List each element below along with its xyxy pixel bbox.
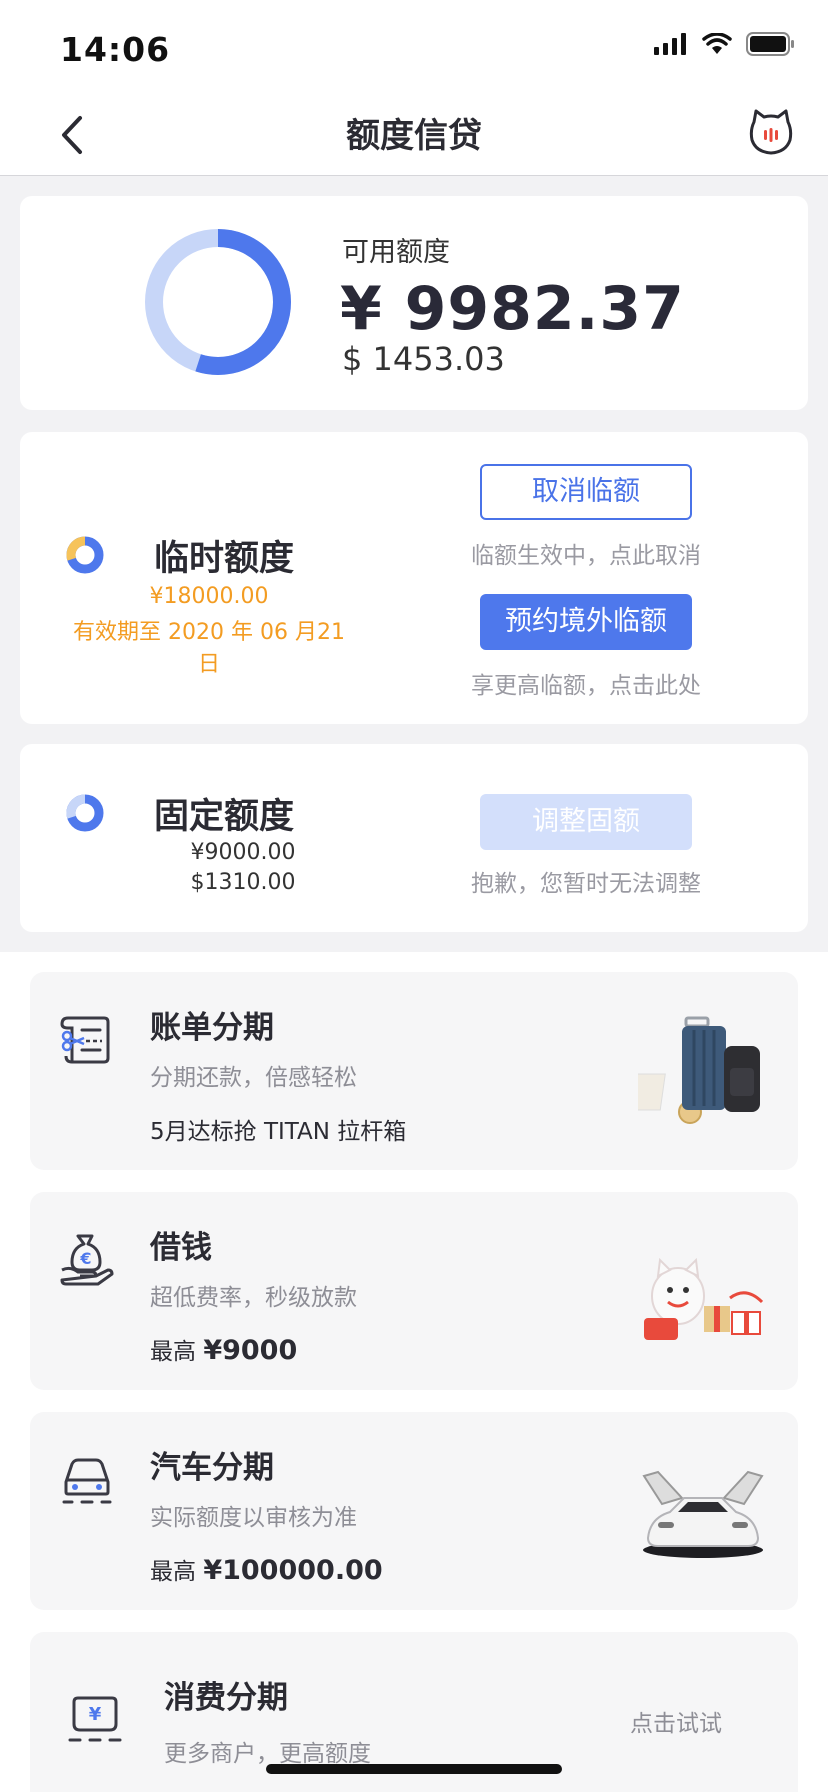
product-subtitle: 分期还款，倍感轻松: [150, 1065, 357, 1091]
product-max-amount: 最高 ¥100000.00: [150, 1552, 383, 1586]
luggage-image: [638, 1016, 760, 1124]
temporary-quota-title: 临时额度: [154, 539, 295, 579]
header: 14:06 额度信贷: [0, 0, 828, 176]
product-subtitle: 更多商户，更高额度: [164, 1741, 371, 1767]
temporary-quota-card: 临时额度 ¥18000.00 有效期至 2020 年 06 月21日 取消临额 …: [20, 432, 808, 724]
status-bar: 14:06: [0, 0, 828, 96]
adjust-fixed-quota-button[interactable]: 调整固额: [480, 794, 692, 850]
bill-installment-icon: [60, 1016, 110, 1064]
svg-text:¥: ¥: [89, 1704, 102, 1725]
book-overseas-quota-button[interactable]: 预约境外临额: [480, 594, 692, 650]
money-bag-hand-icon: €: [60, 1234, 114, 1286]
available-credit-usd: $ 1453.03: [342, 340, 505, 378]
fixed-quota-card: 固定额度 ¥9000.00 $1310.00 调整固额 抱歉，您暂时无法调整: [20, 744, 808, 932]
max-prefix: 最高: [150, 1339, 196, 1365]
mascot-gift-image: [644, 1257, 764, 1340]
svg-text:€: €: [79, 1249, 91, 1268]
cancel-temporary-quota-hint: 临额生效中，点此取消: [471, 543, 701, 569]
page-title: 额度信贷: [346, 116, 482, 156]
product-title: 消费分期: [164, 1680, 288, 1716]
product-subtitle: 实际额度以审核为准: [150, 1505, 357, 1531]
product-title: 账单分期: [150, 1010, 274, 1046]
product-card-bill-installment[interactable]: 账单分期 分期还款，倍感轻松 5月达标抢 TITAN 拉杆箱: [30, 972, 798, 1170]
fixed-quota-yuan: ¥9000.00: [190, 840, 296, 865]
fixed-quota-usd: $1310.00: [190, 870, 296, 895]
product-card-car-installment[interactable]: 汽车分期 实际额度以审核为准 最高 ¥100000.00: [30, 1412, 798, 1610]
max-value: ¥9000: [203, 1335, 298, 1366]
cat-mascot-icon[interactable]: [748, 108, 794, 156]
book-overseas-quota-hint: 享更高临额，点击此处: [471, 673, 701, 699]
fixed-quota-icon: [66, 794, 104, 832]
product-title: 借钱: [150, 1230, 212, 1266]
try-it-link[interactable]: 点击试试: [630, 1704, 722, 1738]
available-credit-ring: [145, 229, 291, 375]
product-title: 汽车分期: [150, 1450, 274, 1486]
products-section: 账单分期 分期还款，倍感轻松 5月达标抢 TITAN 拉杆箱 € 借钱 超低费率…: [0, 952, 828, 1792]
cellular-signal-icon: [654, 33, 686, 55]
adjust-fixed-quota-hint: 抱歉，您暂时无法调整: [471, 871, 701, 897]
status-icons: [654, 32, 796, 56]
temporary-quota-valid-until: 有效期至 2020 年 06 月21日: [73, 620, 345, 677]
product-promo: 5月达标抢 TITAN 拉杆箱: [150, 1119, 407, 1145]
available-credit-label: 可用额度: [342, 237, 450, 268]
temporary-quota-icon: [66, 536, 104, 574]
car-icon: [62, 1458, 112, 1504]
home-indicator: [266, 1764, 562, 1774]
product-card-borrow[interactable]: € 借钱 超低费率，秒级放款 最高 ¥9000: [30, 1192, 798, 1390]
product-subtitle: 超低费率，秒级放款: [150, 1285, 357, 1311]
fixed-quota-title: 固定额度: [154, 797, 295, 837]
battery-icon: [746, 32, 794, 56]
available-credit-yuan: ¥ 9982.37: [340, 274, 685, 344]
car-image: [642, 1470, 764, 1558]
available-credit-card: 可用额度 ¥ 9982.37 $ 1453.03: [20, 196, 808, 410]
wifi-icon: [702, 33, 732, 54]
max-value: ¥100000.00: [203, 1555, 383, 1586]
shopping-bag-yuan-icon: ¥: [68, 1696, 122, 1742]
product-max-amount: 最高 ¥9000: [150, 1332, 297, 1366]
status-time: 14:06: [60, 30, 171, 69]
temporary-quota-amount: ¥18000.00: [149, 584, 269, 609]
cancel-temporary-quota-button[interactable]: 取消临额: [480, 464, 692, 520]
max-prefix: 最高: [150, 1559, 196, 1585]
navigation-bar: 额度信贷: [0, 96, 828, 176]
